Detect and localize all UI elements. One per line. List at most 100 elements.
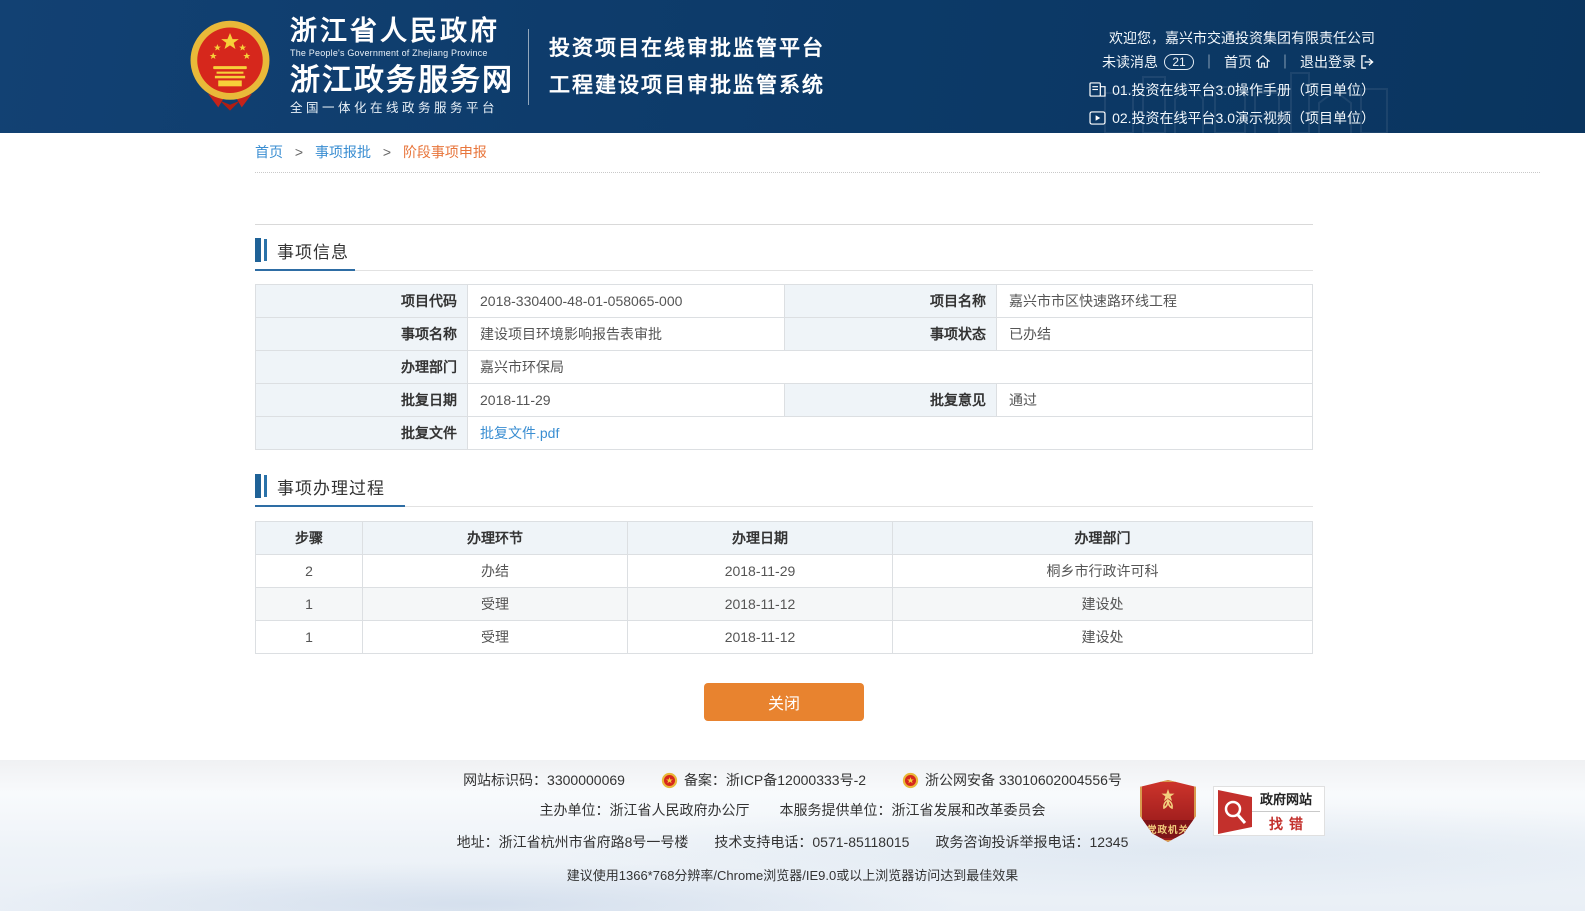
- info-label-project-code: 项目代码: [256, 285, 468, 318]
- platform-titles: 投资项目在线审批监管平台 工程建设项目审批监管系统: [549, 38, 825, 96]
- breadcrumb-item-approval[interactable]: 事项报批: [315, 144, 371, 160]
- header-divider: [528, 29, 529, 105]
- find-error-badge[interactable]: 政府网站 找错: [1213, 786, 1325, 836]
- section-title-process: 事项办理过程: [277, 474, 385, 499]
- info-row: 批复文件 批复文件.pdf: [256, 417, 1313, 450]
- logout-icon: [1360, 55, 1375, 69]
- link-separator: ｜: [1276, 52, 1294, 72]
- info-label-approval-file: 批复文件: [256, 417, 468, 450]
- home-icon: [1256, 55, 1270, 68]
- manual-doc-icon: [1089, 82, 1106, 97]
- info-value-approval-file: 批复文件.pdf: [468, 417, 1313, 450]
- process-col-stage: 办理环节: [363, 522, 628, 555]
- info-value-department: 嘉兴市环保局: [468, 351, 1313, 384]
- gov-subtitle: The People's Government of Zhejiang Prov…: [290, 49, 514, 58]
- info-label-approval-opinion: 批复意见: [785, 384, 997, 417]
- home-link[interactable]: 首页: [1224, 52, 1270, 72]
- footer-registration-line: 网站标识码：3300000069 备案：浙ICP备12000333号-2 浙公网…: [0, 760, 1585, 791]
- info-value-item-status: 已办结: [997, 318, 1313, 351]
- info-label-project-name: 项目名称: [785, 285, 997, 318]
- icp-record[interactable]: 备案：浙ICP备12000333号-2: [661, 770, 866, 790]
- process-col-date: 办理日期: [628, 522, 893, 555]
- logo-text: 浙江省人民政府 The People's Government of Zheji…: [290, 18, 514, 115]
- info-label-item-status: 事项状态: [785, 318, 997, 351]
- find-error-line1: 政府网站: [1252, 789, 1320, 812]
- emblem-mini-icon: [661, 772, 678, 789]
- info-value-project-name: 嘉兴市市区快速路环线工程: [997, 285, 1313, 318]
- section-process-header: 事项办理过程: [255, 471, 1313, 501]
- process-cell-date: 2018-11-12: [628, 621, 893, 654]
- link-separator: ｜: [1200, 52, 1218, 72]
- provider-text: 本服务提供单位：浙江省发展和改革委员会: [780, 800, 1046, 820]
- section-bars-icon: [255, 238, 267, 262]
- info-row: 批复日期 2018-11-29 批复意见 通过: [256, 384, 1313, 417]
- info-label-item-name: 事项名称: [256, 318, 468, 351]
- item-info-table: 项目代码 2018-330400-48-01-058065-000 项目名称 嘉…: [255, 284, 1313, 450]
- process-cell-step: 1: [256, 621, 363, 654]
- logout-link-label: 退出登录: [1300, 52, 1356, 72]
- approval-file-link[interactable]: 批复文件.pdf: [480, 425, 559, 441]
- process-table: 步骤 办理环节 办理日期 办理部门 2 办结 2018-11-29 桐乡市行政许…: [255, 521, 1313, 654]
- process-cell-stage: 受理: [363, 588, 628, 621]
- logo-group: 浙江省人民政府 The People's Government of Zheji…: [188, 15, 514, 119]
- info-row: 办理部门 嘉兴市环保局: [256, 351, 1313, 384]
- platform-title-2: 工程建设项目审批监管系统: [549, 75, 825, 96]
- national-emblem-icon: [188, 15, 272, 119]
- process-cell-stage: 受理: [363, 621, 628, 654]
- video-link[interactable]: 02.投资在线平台3.0演示视频（项目单位）: [1089, 107, 1375, 128]
- process-col-department: 办理部门: [893, 522, 1313, 555]
- process-cell-date: 2018-11-12: [628, 588, 893, 621]
- close-button[interactable]: 关闭: [704, 683, 864, 721]
- process-cell-department: 建设处: [893, 588, 1313, 621]
- police-record-label: 浙公网安备 33010602004556号: [925, 770, 1122, 790]
- process-cell-department: 桐乡市行政许可科: [893, 555, 1313, 588]
- process-cell-department: 建设处: [893, 621, 1313, 654]
- home-link-label: 首页: [1224, 52, 1252, 72]
- process-row: 2 办结 2018-11-29 桐乡市行政许可科: [256, 555, 1313, 588]
- unread-count-badge[interactable]: 21: [1164, 54, 1194, 70]
- process-row: 1 受理 2018-11-12 建设处: [256, 588, 1313, 621]
- process-header-row: 步骤 办理环节 办理日期 办理部门: [256, 522, 1313, 555]
- page-footer: 网站标识码：3300000069 备案：浙ICP备12000333号-2 浙公网…: [0, 760, 1585, 911]
- page-header: 浙江省人民政府 The People's Government of Zheji…: [0, 0, 1585, 133]
- support-phone-text: 技术支持电话：0571-85118015: [714, 832, 909, 852]
- content-top-divider: [255, 224, 1313, 225]
- section-bars-icon: [255, 474, 267, 498]
- welcome-text: 欢迎您，嘉兴市交通投资集团有限责任公司: [1089, 27, 1375, 48]
- footer-organizer-line: 主办单位：浙江省人民政府办公厅 本服务提供单位：浙江省发展和改革委员会: [0, 800, 1585, 820]
- find-error-flag-icon: [1214, 787, 1252, 835]
- section-item-info-header: 事项信息: [255, 235, 1313, 265]
- info-label-department: 办理部门: [256, 351, 468, 384]
- portal-title: 浙江政务服务网: [290, 66, 514, 96]
- info-value-approval-opinion: 通过: [997, 384, 1313, 417]
- header-links: 未读消息 21 ｜ 首页 ｜ 退出登录: [1089, 51, 1375, 72]
- main-content: 事项信息 项目代码 2018-330400-48-01-058065-000 项…: [255, 224, 1313, 721]
- section-title-item-info: 事项信息: [277, 238, 349, 263]
- video-play-icon: [1089, 111, 1106, 125]
- logout-link[interactable]: 退出登录: [1300, 52, 1375, 72]
- info-row: 事项名称 建设项目环境影响报告表审批 事项状态 已办结: [256, 318, 1313, 351]
- portal-subtitle: 全国一体化在线政务服务平台: [290, 102, 514, 115]
- process-cell-step: 1: [256, 588, 363, 621]
- find-error-text: 政府网站 找错: [1252, 789, 1324, 834]
- breadcrumb-separator: >: [295, 144, 303, 160]
- info-label-approval-date: 批复日期: [256, 384, 468, 417]
- process-row: 1 受理 2018-11-12 建设处: [256, 621, 1313, 654]
- police-badge-mini-icon: [902, 772, 919, 789]
- manual-link[interactable]: 01.投资在线平台3.0操作手册（项目单位）: [1089, 79, 1375, 100]
- section-underline: [255, 270, 1313, 271]
- video-link-label: 02.投资在线平台3.0演示视频（项目单位）: [1112, 108, 1375, 128]
- breadcrumb-current: 阶段事项申报: [403, 144, 487, 160]
- process-cell-date: 2018-11-29: [628, 555, 893, 588]
- breadcrumb: 首页 > 事项报批 > 阶段事项申报: [255, 133, 1540, 173]
- platform-title-1: 投资项目在线审批监管平台: [549, 38, 825, 59]
- icp-record-label: 备案：浙ICP备12000333号-2: [684, 770, 866, 790]
- police-record[interactable]: 浙公网安备 33010602004556号: [902, 770, 1122, 790]
- breadcrumb-separator: >: [383, 144, 391, 160]
- organizer-text: 主办单位：浙江省人民政府办公厅: [540, 800, 750, 820]
- footer-contact-line: 地址：浙江省杭州市省府路8号一号楼 技术支持电话：0571-85118015 政…: [0, 832, 1585, 852]
- breadcrumb-home[interactable]: 首页: [255, 144, 283, 160]
- site-code: 网站标识码：3300000069: [463, 770, 625, 790]
- unread-messages-link[interactable]: 未读消息: [1102, 52, 1158, 72]
- complaint-phone-text: 政务咨询投诉举报电话：12345: [935, 832, 1128, 852]
